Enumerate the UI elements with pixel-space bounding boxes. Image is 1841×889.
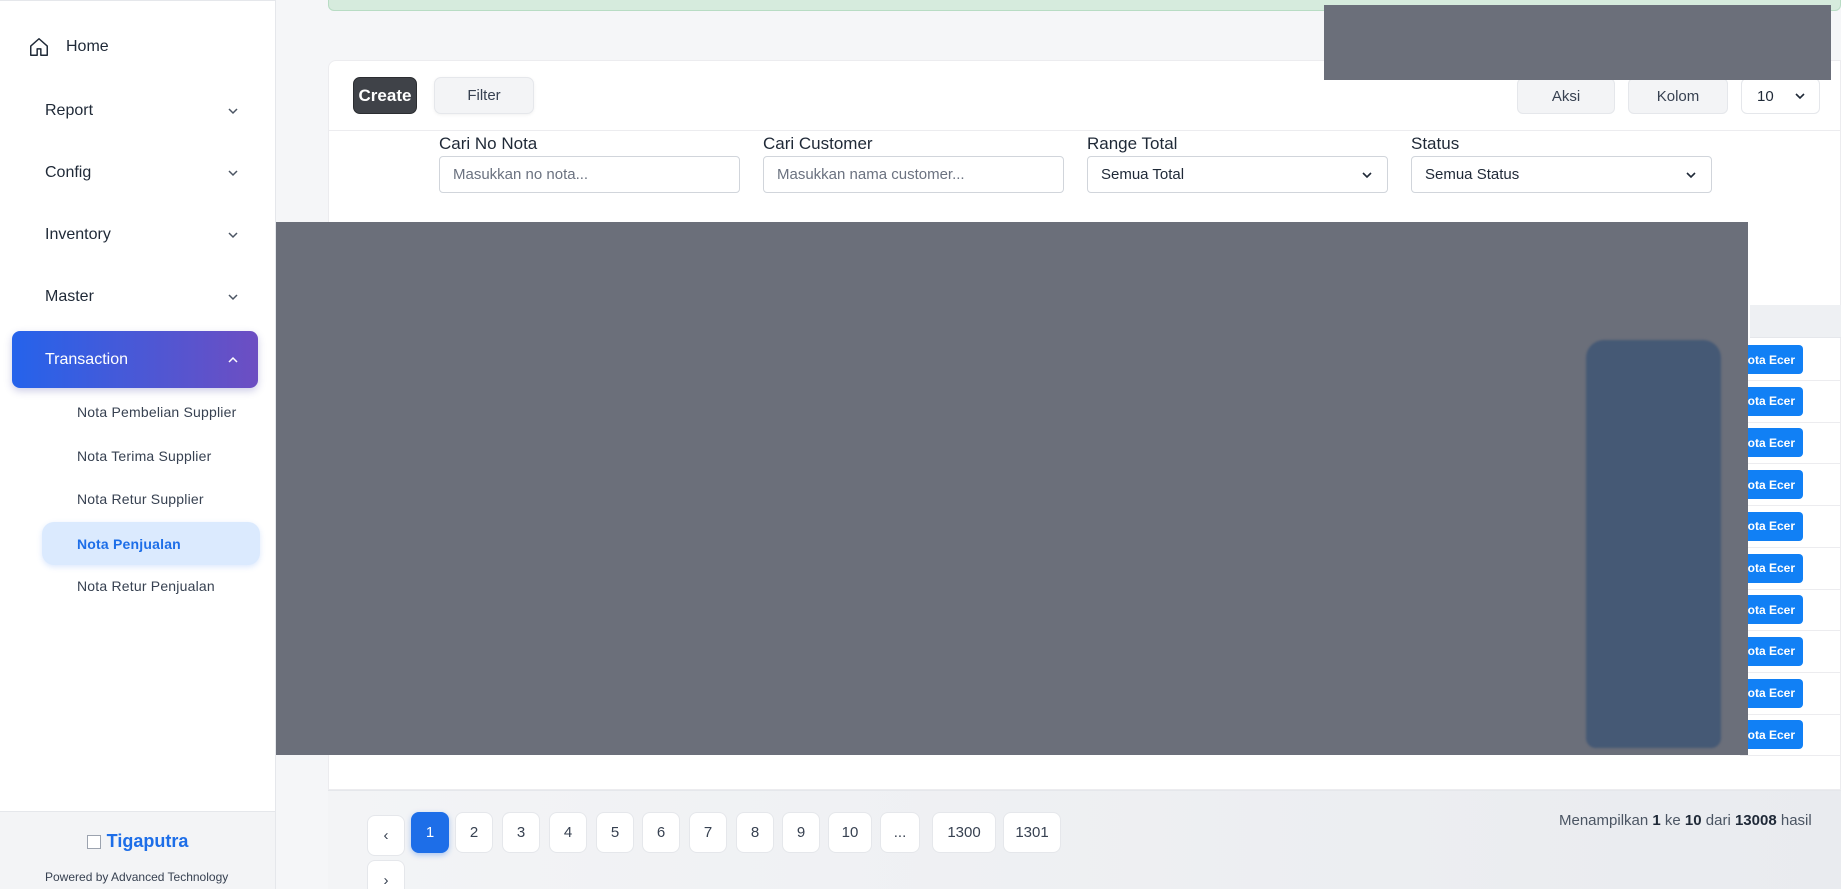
sidebar-subitem-label: Nota Retur Supplier xyxy=(77,491,204,507)
pagination-page-button[interactable]: 2 xyxy=(455,812,493,853)
pagination-page-button[interactable]: 10 xyxy=(828,812,872,853)
kolom-button[interactable]: Kolom xyxy=(1628,78,1728,114)
nota-search-input[interactable] xyxy=(439,156,740,193)
table-row-divider xyxy=(1740,380,1841,381)
range-total-label: Range Total xyxy=(1087,134,1178,153)
sidebar-footer: Tigaputra Powered by Advanced Technology xyxy=(0,811,275,889)
sidebar-subitem-label: Nota Terima Supplier xyxy=(77,448,212,464)
results-from: 1 xyxy=(1652,812,1661,829)
pagination-page-button[interactable]: 7 xyxy=(689,812,727,853)
table-row-divider xyxy=(1740,671,1841,673)
customer-search-input[interactable] xyxy=(763,156,1064,193)
sidebar-item-label: Transaction xyxy=(45,350,128,368)
results-total: 13008 xyxy=(1734,812,1777,829)
pagination-prev-button[interactable]: ‹ xyxy=(367,815,405,856)
pagination-page-button[interactable]: 4 xyxy=(549,812,587,853)
sidebar-item-label: Master xyxy=(45,288,94,305)
chevron-down-icon xyxy=(1362,171,1372,178)
sidebar-item-label: Home xyxy=(66,38,109,55)
chevron-down-icon xyxy=(1686,171,1696,178)
chevron-down-icon xyxy=(228,170,238,177)
sidebar-item-label: Report xyxy=(45,102,94,119)
results-ke: ke xyxy=(1664,812,1681,829)
table-row-divider xyxy=(1740,713,1841,715)
chevron-down-icon xyxy=(228,108,238,115)
sidebar-item-label: Inventory xyxy=(45,226,111,243)
status-value: Semua Status xyxy=(1425,166,1520,183)
chevron-down-icon xyxy=(228,232,238,239)
pagination-page-button[interactable]: 3 xyxy=(502,812,540,853)
redacted-table xyxy=(276,222,1748,755)
table-row-divider xyxy=(1740,505,1841,507)
results-suffix: hasil xyxy=(1780,812,1812,829)
powered-by-text: Powered by Advanced Technology xyxy=(45,870,229,884)
sidebar-subitem-nota-retur-penjualan[interactable]: Nota Retur Penjualan xyxy=(42,566,260,606)
status-label: Status xyxy=(1411,134,1460,153)
pagination-page-button[interactable]: 5 xyxy=(596,812,634,853)
sidebar-divider xyxy=(0,0,275,1)
sidebar-item-master[interactable]: Master xyxy=(12,271,258,323)
sidebar: Home Report Config Inventory Master Tran… xyxy=(0,0,276,889)
chevron-up-icon xyxy=(228,356,238,363)
redacted-area xyxy=(1324,5,1831,80)
table-row-divider xyxy=(1740,755,1841,757)
pagination-page-button[interactable]: 8 xyxy=(736,812,774,853)
pagination-page-button[interactable]: 1 xyxy=(411,812,449,853)
sidebar-item-transaction[interactable]: Transaction xyxy=(12,331,258,388)
sidebar-subitem-label: Nota Penjualan xyxy=(77,535,181,552)
sidebar-item-report[interactable]: Report xyxy=(12,85,258,137)
home-icon xyxy=(30,38,48,56)
sidebar-subitem-nota-penjualan[interactable]: Nota Penjualan xyxy=(42,522,260,565)
chevron-down-icon xyxy=(1795,93,1805,100)
filter-button[interactable]: Filter xyxy=(434,77,534,114)
results-prefix: Menampilkan xyxy=(1559,812,1649,829)
results-dari: dari xyxy=(1705,812,1731,829)
per-page-value: 10 xyxy=(1757,87,1774,105)
range-total-value: Semua Total xyxy=(1101,166,1185,183)
sidebar-item-inventory[interactable]: Inventory xyxy=(12,209,258,261)
sidebar-subitem-label: Nota Retur Penjualan xyxy=(77,578,215,594)
table-row-divider xyxy=(1740,463,1841,465)
nota-filter-label: Cari No Nota xyxy=(439,134,538,153)
brand: Tigaputra xyxy=(0,831,275,852)
table-row-divider xyxy=(1740,546,1841,548)
brand-name: Tigaputra xyxy=(106,831,189,851)
pagination-next-button[interactable]: › xyxy=(367,860,405,889)
pagination-page-button[interactable]: 1300 xyxy=(932,812,996,853)
aksi-button[interactable]: Aksi xyxy=(1517,78,1615,114)
sidebar-subitem-nota-pembelian-supplier[interactable]: Nota Pembelian Supplier xyxy=(42,392,260,432)
table-header xyxy=(1750,305,1841,338)
pagination-page-button[interactable]: 9 xyxy=(782,812,820,853)
table-row-divider xyxy=(1740,630,1841,632)
range-total-select[interactable]: Semua Total xyxy=(1087,156,1388,193)
results-to: 10 xyxy=(1684,812,1702,829)
redacted-blur xyxy=(1586,340,1721,748)
pagination-page-button[interactable]: 1301 xyxy=(1003,812,1061,853)
sidebar-subitem-nota-terima-supplier[interactable]: Nota Terima Supplier xyxy=(42,436,260,476)
table-row-divider xyxy=(1740,588,1841,590)
sidebar-subitem-nota-retur-supplier[interactable]: Nota Retur Supplier xyxy=(42,479,260,519)
sidebar-item-config[interactable]: Config xyxy=(12,147,258,199)
table-row-divider xyxy=(1740,421,1841,423)
pagination-page-button[interactable]: 6 xyxy=(642,812,680,853)
sidebar-item-home[interactable]: Home xyxy=(28,34,109,60)
customer-filter-label: Cari Customer xyxy=(763,134,873,153)
chevron-down-icon xyxy=(228,294,238,301)
toolbar-divider xyxy=(328,130,1841,131)
pagination-ellipsis[interactable]: ... xyxy=(880,812,920,853)
brand-logo-icon xyxy=(86,834,101,849)
status-select[interactable]: Semua Status xyxy=(1411,156,1712,193)
per-page-select[interactable]: 10 xyxy=(1741,78,1820,114)
results-summary: Menampilkan 1 ke 10 dari 13008 hasil xyxy=(1559,812,1812,829)
sidebar-subitem-label: Nota Pembelian Supplier xyxy=(77,404,237,420)
sidebar-item-label: Config xyxy=(45,164,92,181)
create-button[interactable]: Create xyxy=(353,77,417,114)
